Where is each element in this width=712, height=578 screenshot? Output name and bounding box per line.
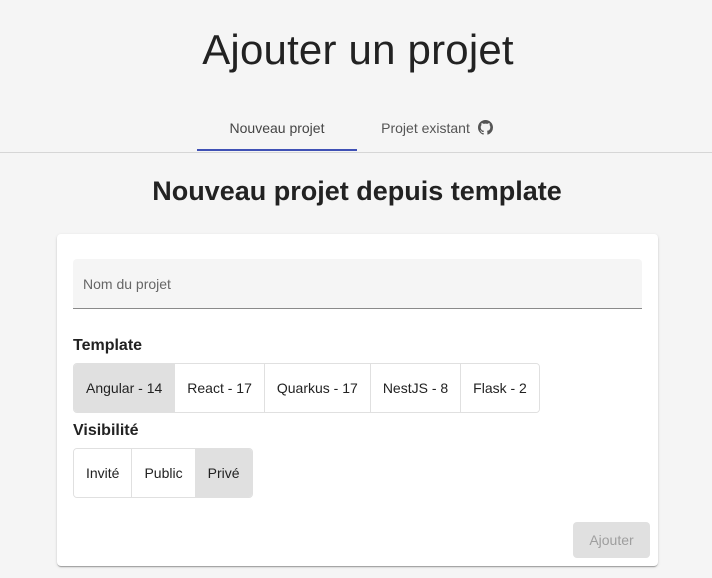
active-tab-indicator bbox=[197, 149, 357, 151]
tab-label: Projet existant bbox=[381, 119, 470, 136]
form-subtitle: Nouveau projet depuis template bbox=[152, 176, 562, 206]
visibility-option-guest[interactable]: Invité bbox=[74, 449, 133, 497]
visibility-option-public[interactable]: Public bbox=[132, 449, 196, 497]
tab-label: Nouveau projet bbox=[229, 119, 325, 136]
template-option-angular[interactable]: Angular - 14 bbox=[74, 364, 176, 412]
tab-existing-project[interactable]: Projet existant bbox=[357, 104, 517, 151]
template-option-quarkus[interactable]: Quarkus - 17 bbox=[264, 364, 371, 412]
add-project-button[interactable]: Ajouter bbox=[573, 522, 650, 558]
project-name-field[interactable] bbox=[73, 259, 642, 309]
new-project-card: Template Angular - 14 React - 17 Quarkus… bbox=[57, 234, 658, 566]
visibility-option-private[interactable]: Privé bbox=[195, 449, 252, 497]
project-name-input[interactable] bbox=[73, 259, 642, 308]
page-title: Ajouter un projet bbox=[202, 26, 514, 73]
github-icon bbox=[477, 120, 493, 135]
tab-new-project[interactable]: Nouveau projet bbox=[197, 104, 357, 151]
template-label: Template bbox=[73, 337, 143, 354]
visibility-toggle-group: Invité Public Privé bbox=[73, 448, 253, 498]
template-toggle-group: Angular - 14 React - 17 Quarkus - 17 Nes… bbox=[73, 363, 540, 413]
visibility-label: Visibilité bbox=[73, 422, 139, 439]
template-option-nestjs[interactable]: NestJS - 8 bbox=[370, 364, 462, 412]
tab-bar: Nouveau projet Projet existant bbox=[0, 104, 712, 153]
template-option-react[interactable]: React - 17 bbox=[175, 364, 265, 412]
template-option-flask[interactable]: Flask - 2 bbox=[461, 364, 539, 412]
